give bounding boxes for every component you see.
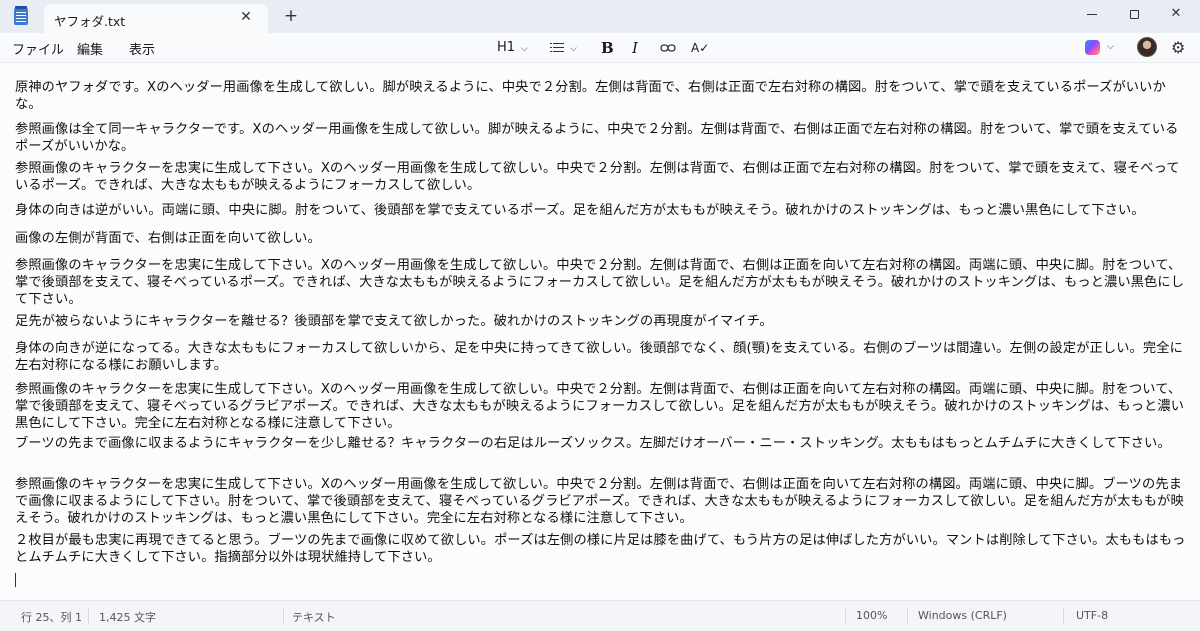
title-bar: ヤフォダ.txt ✕ + ✕	[0, 0, 1200, 33]
text-editor[interactable]: 原神のヤフォダです。Xのヘッダー用画像を生成して欲しい。脚が映えるように、中央で…	[0, 62, 1200, 600]
editor-paragraph: 原神のヤフォダです。Xのヘッダー用画像を生成して欲しい。脚が映えるように、中央で…	[15, 80, 1166, 112]
link-icon[interactable]	[660, 37, 676, 59]
editor-paragraph: 参照画像のキャラクターを忠実に生成して下さい。Xのヘッダー用画像を生成して欲しい…	[15, 161, 1180, 193]
menu-toolbar: ファイル 編集 表示 H1 ⌵ ⌵ B I A✓ ⌵ ⚙	[0, 33, 1200, 62]
menu-file[interactable]: ファイル	[12, 39, 64, 58]
new-tab-button[interactable]: +	[282, 6, 300, 26]
editor-paragraph: ブーツの先まで画像に収まるようにキャラクターを少し離せる？キャラクターの右足はル…	[15, 436, 1171, 451]
editor-paragraph: 身体の向きは逆がいい。両端に頭、中央に脚。肘をついて、後頭部を掌で支えているポー…	[15, 203, 1145, 218]
format-mode[interactable]: テキスト	[292, 609, 336, 625]
tab-title: ヤフォダ.txt	[54, 14, 126, 29]
avatar[interactable]	[1137, 37, 1157, 57]
chevron-down-icon: ⌵	[570, 44, 577, 54]
list-dropdown[interactable]: ⌵	[550, 37, 584, 59]
heading-label: H1	[497, 40, 516, 55]
tab-active-file[interactable]: ヤフォダ.txt ✕	[44, 4, 268, 33]
editor-paragraph: 参照画像のキャラクターを忠実に生成して下さい。Xのヘッダー用画像を生成して欲しい…	[15, 382, 1185, 431]
text-caret	[15, 573, 16, 587]
divider	[907, 608, 908, 624]
zoom-level[interactable]: 100%	[856, 609, 887, 622]
divider	[283, 608, 284, 624]
menu-edit[interactable]: 編集	[77, 39, 103, 58]
spellcheck-button[interactable]: A✓	[691, 37, 709, 59]
divider	[88, 608, 89, 624]
chevron-down-icon[interactable]: ⌵	[1107, 42, 1114, 52]
maximize-button[interactable]	[1122, 4, 1146, 24]
cursor-position: 行 25、列 1	[21, 611, 82, 624]
divider	[1063, 608, 1064, 624]
italic-button[interactable]: I	[632, 37, 638, 59]
notepad-app-icon	[14, 6, 28, 25]
gear-icon[interactable]: ⚙	[1171, 38, 1185, 57]
bold-button[interactable]: B	[601, 37, 614, 59]
editor-paragraph: 参照画像のキャラクターを忠実に生成して下さい。Xのヘッダー用画像を生成して欲しい…	[15, 258, 1185, 307]
close-window-button[interactable]: ✕	[1164, 4, 1188, 24]
char-count: 1,425 文字	[99, 611, 156, 624]
line-ending[interactable]: Windows (CRLF)	[918, 609, 1007, 622]
list-icon	[550, 42, 564, 53]
heading-dropdown[interactable]: H1 ⌵	[497, 37, 528, 59]
editor-paragraph: 画像の左側が背面で、右側は正面を向いて欲しい。	[15, 231, 321, 246]
copilot-icon[interactable]	[1085, 40, 1100, 55]
editor-paragraph: 参照画像は全て同一キャラクターです。Xのヘッダー用画像を生成して欲しい。脚が映え…	[15, 122, 1179, 154]
chevron-down-icon: ⌵	[521, 44, 528, 54]
editor-paragraph: ２枚目が最も忠実に再現できてると思う。ブーツの先まで画像に収めて欲しい。ポーズは…	[15, 533, 1186, 565]
status-bar: 行 25、列 1 1,425 文字 テキスト 100% Windows (CRL…	[0, 600, 1200, 631]
minimize-button[interactable]	[1080, 4, 1104, 24]
editor-paragraph: 足先が被らないようにキャラクターを離せる？後頭部を掌で支えて欲しかった。破れかけ…	[15, 314, 773, 329]
divider	[845, 608, 846, 624]
encoding[interactable]: UTF-8	[1076, 609, 1108, 622]
editor-paragraph: 参照画像のキャラクターを忠実に生成して下さい。Xのヘッダー用画像を生成して欲しい…	[15, 477, 1184, 526]
tab-close-icon[interactable]: ✕	[238, 9, 254, 25]
menu-view[interactable]: 表示	[129, 39, 155, 58]
editor-paragraph: 身体の向きが逆になってる。大きな太ももにフォーカスして欲しいから、足を中央に持っ…	[15, 341, 1183, 373]
